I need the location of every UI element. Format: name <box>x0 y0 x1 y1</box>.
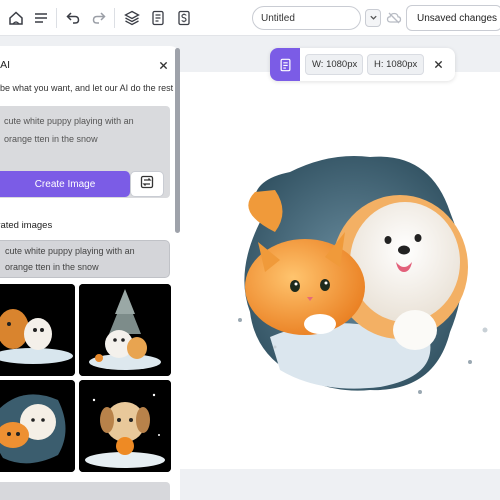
document-title-input[interactable] <box>252 6 361 30</box>
cloud-sync-icon <box>385 9 403 27</box>
layers-icon[interactable] <box>120 6 144 30</box>
history-prompt-text: cute white puppy playing with an orange … <box>5 246 135 272</box>
menu-icon[interactable] <box>29 6 53 30</box>
toolbar-divider <box>114 8 115 28</box>
title-dropdown-button[interactable] <box>365 9 381 27</box>
home-icon[interactable] <box>4 6 28 30</box>
document-icon[interactable] <box>270 48 300 81</box>
panel-title: rk AI <box>0 59 11 71</box>
more-images-row <box>0 482 170 500</box>
height-label: H: 1080px <box>374 59 418 70</box>
chevron-down-icon <box>369 9 378 27</box>
prompt-text: cute white puppy playing with an orange … <box>4 116 134 144</box>
close-icon[interactable] <box>157 59 169 71</box>
swap-icon <box>139 174 155 195</box>
generated-images-heading: erated images <box>0 220 53 231</box>
close-icon[interactable] <box>430 56 446 72</box>
create-image-label: Create Image <box>34 178 96 190</box>
save-status-button[interactable]: Unsaved changes <box>406 5 500 31</box>
artboard[interactable] <box>180 72 500 469</box>
generated-image-thumbnail[interactable] <box>79 284 171 376</box>
undo-icon[interactable] <box>61 6 85 30</box>
canvas-size-bar: W: 1080px H: 1080px <box>270 48 455 81</box>
panel-description: ribe what you want, and let our AI do th… <box>0 83 174 93</box>
ai-image-panel: rk AI ribe what you want, and let our AI… <box>0 46 180 500</box>
toolbar-divider <box>56 8 57 28</box>
generated-image-thumbnail[interactable] <box>0 284 75 376</box>
top-toolbar: Unsaved changes <box>0 0 500 36</box>
save-status-label: Unsaved changes <box>417 12 498 24</box>
width-field[interactable]: W: 1080px <box>305 54 363 75</box>
generated-image-main[interactable] <box>180 72 500 469</box>
redo-icon[interactable] <box>87 6 111 30</box>
document-icon[interactable] <box>146 6 170 30</box>
dollar-document-icon[interactable] <box>172 6 196 30</box>
create-image-button[interactable]: Create Image <box>0 171 130 197</box>
generated-image-thumbnail[interactable] <box>79 380 171 472</box>
height-field[interactable]: H: 1080px <box>367 54 424 75</box>
regenerate-button[interactable] <box>130 171 164 197</box>
generated-image-thumbnail[interactable] <box>0 380 75 472</box>
prompt-history-item[interactable]: cute white puppy playing with an orange … <box>0 240 170 278</box>
width-label: W: 1080px <box>312 59 358 70</box>
panel-scrollbar[interactable] <box>175 48 180 233</box>
